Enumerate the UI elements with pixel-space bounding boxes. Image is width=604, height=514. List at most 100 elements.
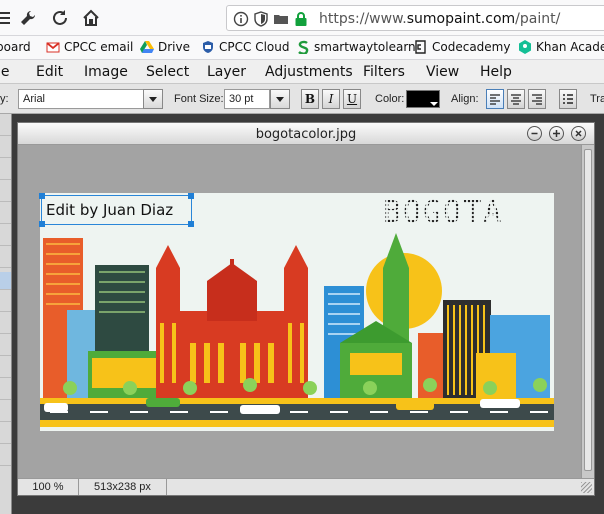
bookmark-item[interactable]: board <box>0 40 31 54</box>
menu-image[interactable]: Image <box>84 64 128 80</box>
text-layer-box[interactable]: Edit by Juan Diaz <box>39 193 194 227</box>
font-size-select[interactable]: 30 pt <box>224 89 270 109</box>
bookmark-label: Codecademy <box>432 40 511 54</box>
align-center-button[interactable] <box>507 89 525 109</box>
gmail-icon <box>46 42 60 53</box>
minimize-button[interactable] <box>527 126 542 141</box>
maximize-icon <box>553 130 560 137</box>
bookmark-cpcc-email[interactable]: CPCC email <box>46 40 133 54</box>
document-window[interactable]: bogotacolor.jpg BOGOTA Edit by Juan Diaz… <box>17 122 595 496</box>
tool-shape[interactable] <box>0 250 11 268</box>
menu-select[interactable]: Select <box>146 64 189 80</box>
reload-icon[interactable] <box>50 8 70 28</box>
tool-smudge[interactable] <box>0 360 11 378</box>
menu-help[interactable]: Help <box>480 64 512 80</box>
align-left-button[interactable] <box>486 89 504 109</box>
menu-filters[interactable]: Filters <box>363 64 405 80</box>
cloud-icon <box>203 41 213 53</box>
resize-grip-icon[interactable] <box>581 482 592 493</box>
url-text[interactable]: https://www.sumopaint.com/paint/ <box>319 11 560 27</box>
bookmark-khan-academy[interactable]: Khan Acader <box>518 40 604 54</box>
tool-move[interactable] <box>0 118 11 136</box>
bookmark-drive[interactable]: Drive <box>140 40 190 54</box>
font-size-dropdown-button[interactable] <box>270 89 290 109</box>
app-menu-bar: le Edit Image Select Layer Adjustments F… <box>0 60 604 84</box>
tool-text[interactable] <box>0 272 11 290</box>
tool-fill[interactable] <box>0 316 11 334</box>
resize-handle[interactable] <box>39 221 45 227</box>
document-titlebar[interactable]: bogotacolor.jpg <box>18 123 594 145</box>
tools-panel <box>0 114 12 514</box>
align-label: Align: <box>451 93 479 105</box>
italic-button[interactable]: I <box>322 89 340 109</box>
transform-label: Tra <box>590 93 604 105</box>
align-left-icon <box>490 94 500 105</box>
url-prefix: https://www. <box>319 11 407 27</box>
font-family-select[interactable]: Arial <box>18 89 144 109</box>
tool-zoom[interactable] <box>0 448 11 466</box>
bookmark-label: CPCC Cloud <box>219 40 290 54</box>
shield-icon[interactable] <box>253 11 269 27</box>
lock-icon[interactable] <box>293 11 309 27</box>
bookmark-codecademy[interactable]: Codecademy <box>414 40 510 54</box>
maximize-button[interactable] <box>549 126 564 141</box>
menu-file[interactable]: le <box>0 64 10 80</box>
hamburger-menu-icon[interactable] <box>0 8 14 28</box>
document-title: bogotacolor.jpg <box>255 127 357 142</box>
drive-icon <box>140 41 154 53</box>
canvas-area[interactable]: BOGOTA Edit by Juan Diaz <box>18 145 582 479</box>
text-layer-content[interactable]: Edit by Juan Diaz <box>46 201 173 219</box>
menu-adjustments[interactable]: Adjustments <box>265 64 353 80</box>
bold-button[interactable]: B <box>301 89 319 109</box>
align-right-icon <box>532 94 542 105</box>
close-button[interactable] <box>571 126 586 141</box>
khan-icon <box>519 40 531 54</box>
color-swatch[interactable] <box>406 90 440 108</box>
tool-brush[interactable] <box>0 184 11 202</box>
tool-pencil[interactable] <box>0 206 11 224</box>
home-icon[interactable] <box>81 8 101 28</box>
tool-stamp[interactable] <box>0 294 11 312</box>
wrench-icon[interactable] <box>18 8 38 28</box>
s-logo-icon <box>298 40 309 54</box>
tool-wand[interactable] <box>0 162 11 180</box>
tool-hand[interactable] <box>0 426 11 444</box>
minimize-icon <box>531 132 538 135</box>
address-bar[interactable]: https://www.sumopaint.com/paint/ <box>226 5 604 31</box>
zoom-level[interactable]: 100 % <box>18 479 79 495</box>
menu-edit[interactable]: Edit <box>36 64 63 80</box>
tool-gradient[interactable] <box>0 338 11 356</box>
align-right-button[interactable] <box>528 89 546 109</box>
tool-eyedropper[interactable] <box>0 404 11 422</box>
tool-dodge[interactable] <box>0 382 11 400</box>
tool-lasso[interactable] <box>0 140 11 158</box>
image-title-text: BOGOTA <box>383 195 504 230</box>
color-label: Color: <box>375 93 405 105</box>
vertical-scrollbar[interactable] <box>581 145 594 479</box>
list-icon <box>563 94 573 104</box>
bookmark-label: board <box>0 40 31 54</box>
menu-view[interactable]: View <box>426 64 459 80</box>
menu-layer[interactable]: Layer <box>207 64 246 80</box>
info-icon[interactable] <box>233 11 249 27</box>
url-host: sumopaint.com <box>406 11 516 27</box>
list-options-button[interactable] <box>559 89 577 109</box>
resize-handle[interactable] <box>39 193 45 199</box>
bookmark-cpcc-cloud[interactable]: CPCC Cloud <box>201 40 289 54</box>
codecademy-icon <box>415 40 426 54</box>
scrollbar-thumb[interactable] <box>584 149 592 471</box>
resize-handle[interactable] <box>188 221 194 227</box>
resize-handle[interactable] <box>188 193 194 199</box>
tool-eraser[interactable] <box>0 228 11 246</box>
url-path: /paint/ <box>515 11 561 27</box>
close-icon <box>575 130 582 137</box>
bookmark-smartwaytolearn[interactable]: smartwaytolearn <box>296 40 416 54</box>
text-tool-options: y: Arial Font Size: 30 pt B I U Color: A… <box>0 84 604 114</box>
font-label: y: <box>0 93 9 105</box>
folder-icon[interactable] <box>273 11 289 27</box>
document-statusbar: 100 % 513x238 px <box>18 478 594 495</box>
font-family-dropdown-button[interactable] <box>143 89 163 109</box>
underline-button[interactable]: U <box>343 89 361 109</box>
browser-toolbar: https://www.sumopaint.com/paint/ <box>0 0 604 36</box>
font-size-label: Font Size: <box>174 93 224 105</box>
